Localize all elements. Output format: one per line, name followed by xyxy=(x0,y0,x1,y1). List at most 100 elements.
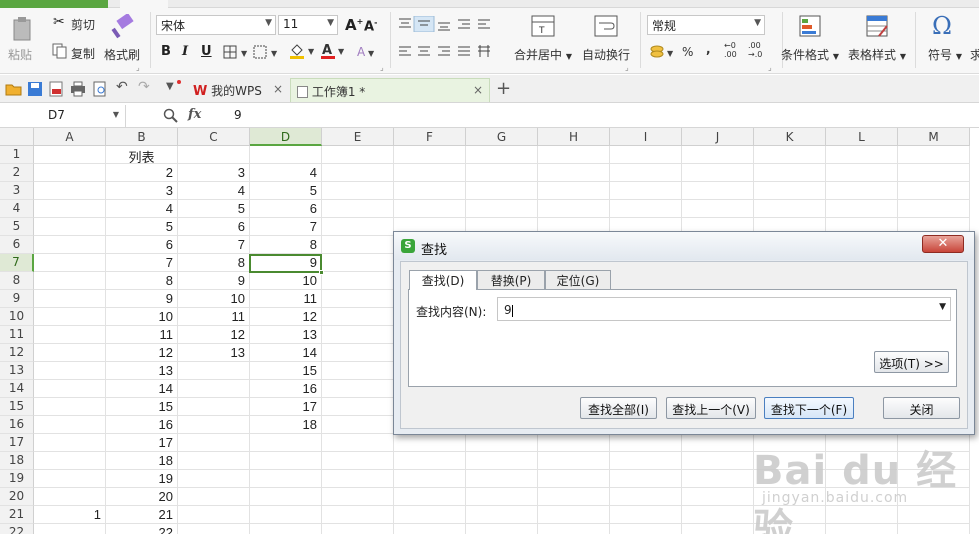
number-launcher-icon[interactable]: ⌟ xyxy=(768,63,772,72)
percent-button[interactable]: % xyxy=(682,45,693,59)
cell-f3[interactable] xyxy=(394,182,466,200)
cell-h19[interactable] xyxy=(538,470,610,488)
cell-c3[interactable]: 4 xyxy=(178,182,250,200)
cell-c20[interactable] xyxy=(178,488,250,506)
currency-icon[interactable]: ▼ xyxy=(650,44,678,60)
cell-i3[interactable] xyxy=(610,182,682,200)
column-header-j[interactable]: J xyxy=(682,128,754,146)
cell-d2[interactable]: 4 xyxy=(250,164,322,182)
column-header-b[interactable]: B xyxy=(106,128,178,146)
row-header-5[interactable]: 5 xyxy=(0,218,34,236)
cell-j3[interactable] xyxy=(682,182,754,200)
find-previous-button[interactable]: 查找上一个(V) xyxy=(666,397,756,419)
cell-j2[interactable] xyxy=(682,164,754,182)
cell-b7[interactable]: 7 xyxy=(106,254,178,272)
clear-format-icon[interactable]: A ▼ xyxy=(356,44,380,60)
row-header-15[interactable]: 15 xyxy=(0,398,34,416)
cell-c6[interactable]: 7 xyxy=(178,236,250,254)
cell-f22[interactable] xyxy=(394,524,466,534)
column-header-d[interactable]: D xyxy=(250,128,322,146)
cell-f17[interactable] xyxy=(394,434,466,452)
row-header-8[interactable]: 8 xyxy=(0,272,34,290)
cell-e10[interactable] xyxy=(322,308,394,326)
cell-b20[interactable]: 20 xyxy=(106,488,178,506)
cell-e5[interactable] xyxy=(322,218,394,236)
cell-b6[interactable]: 6 xyxy=(106,236,178,254)
row-header-1[interactable]: 1 xyxy=(0,146,34,164)
cell-m4[interactable] xyxy=(898,200,970,218)
cell-e4[interactable] xyxy=(322,200,394,218)
cell-g17[interactable] xyxy=(466,434,538,452)
vertical-align-icons[interactable] xyxy=(396,16,492,32)
cell-f2[interactable] xyxy=(394,164,466,182)
cell-c1[interactable] xyxy=(178,146,250,164)
print-icon[interactable] xyxy=(70,81,86,97)
tab-replace[interactable]: 替换(P) xyxy=(477,270,545,289)
row-header-2[interactable]: 2 xyxy=(0,164,34,182)
paste-icon[interactable] xyxy=(10,16,36,42)
cell-a14[interactable] xyxy=(34,380,106,398)
cell-d11[interactable]: 13 xyxy=(250,326,322,344)
formula-input[interactable]: 9 xyxy=(234,108,242,122)
cell-k2[interactable] xyxy=(754,164,826,182)
row-header-6[interactable]: 6 xyxy=(0,236,34,254)
cell-i1[interactable] xyxy=(610,146,682,164)
cell-e19[interactable] xyxy=(322,470,394,488)
cell-d7[interactable]: 9 xyxy=(250,254,322,272)
find-next-button[interactable]: 查找下一个(F) xyxy=(764,397,854,419)
cell-d5[interactable]: 7 xyxy=(250,218,322,236)
cell-d17[interactable] xyxy=(250,434,322,452)
find-all-button[interactable]: 查找全部(I) xyxy=(580,397,657,419)
cell-c11[interactable]: 12 xyxy=(178,326,250,344)
row-header-14[interactable]: 14 xyxy=(0,380,34,398)
find-input[interactable]: 9 ▼ xyxy=(497,297,951,321)
cell-c7[interactable]: 8 xyxy=(178,254,250,272)
cell-f21[interactable] xyxy=(394,506,466,524)
start-tab[interactable] xyxy=(120,0,168,8)
cell-a16[interactable] xyxy=(34,416,106,434)
cell-m3[interactable] xyxy=(898,182,970,200)
cell-e22[interactable] xyxy=(322,524,394,534)
cell-g20[interactable] xyxy=(466,488,538,506)
row-header-16[interactable]: 16 xyxy=(0,416,34,434)
cell-g18[interactable] xyxy=(466,452,538,470)
cell-e12[interactable] xyxy=(322,344,394,362)
row-header-20[interactable]: 20 xyxy=(0,488,34,506)
column-header-i[interactable]: I xyxy=(610,128,682,146)
cell-a21[interactable]: 1 xyxy=(34,506,106,524)
cell-g1[interactable] xyxy=(466,146,538,164)
increase-font-icon[interactable]: A+ xyxy=(345,16,363,34)
cell-b22[interactable]: 22 xyxy=(106,524,178,534)
cell-b5[interactable]: 5 xyxy=(106,218,178,236)
row-header-21[interactable]: 21 xyxy=(0,506,34,524)
cell-j22[interactable] xyxy=(682,524,754,534)
row-header-4[interactable]: 4 xyxy=(0,200,34,218)
cell-c15[interactable] xyxy=(178,398,250,416)
cell-a12[interactable] xyxy=(34,344,106,362)
decrease-decimal-icon[interactable]: .00 →.0 xyxy=(748,41,762,59)
tab-goto[interactable]: 定位(G) xyxy=(545,270,611,289)
cell-d19[interactable] xyxy=(250,470,322,488)
select-all-corner[interactable] xyxy=(0,128,34,146)
row-header-13[interactable]: 13 xyxy=(0,362,34,380)
cell-d14[interactable]: 16 xyxy=(250,380,322,398)
cell-c13[interactable] xyxy=(178,362,250,380)
font-name-select[interactable]: 宋体 ▼ xyxy=(156,15,276,35)
redo-icon[interactable]: ↷ xyxy=(138,79,150,95)
cell-k3[interactable] xyxy=(754,182,826,200)
alignment-launcher-icon[interactable]: ⌟ xyxy=(625,63,629,72)
cell-m1[interactable] xyxy=(898,146,970,164)
cell-a3[interactable] xyxy=(34,182,106,200)
cell-l3[interactable] xyxy=(826,182,898,200)
cell-d12[interactable]: 14 xyxy=(250,344,322,362)
cell-b12[interactable]: 12 xyxy=(106,344,178,362)
cell-d10[interactable]: 12 xyxy=(250,308,322,326)
bold-button[interactable]: B xyxy=(161,44,171,59)
cell-e11[interactable] xyxy=(322,326,394,344)
cell-c17[interactable] xyxy=(178,434,250,452)
paste-button[interactable]: 粘贴 xyxy=(8,46,32,63)
print-preview-icon[interactable] xyxy=(92,81,108,97)
close-icon[interactable]: × xyxy=(473,83,483,97)
cell-d6[interactable]: 8 xyxy=(250,236,322,254)
quick-access-menu-icon[interactable]: ▼ xyxy=(166,81,174,92)
